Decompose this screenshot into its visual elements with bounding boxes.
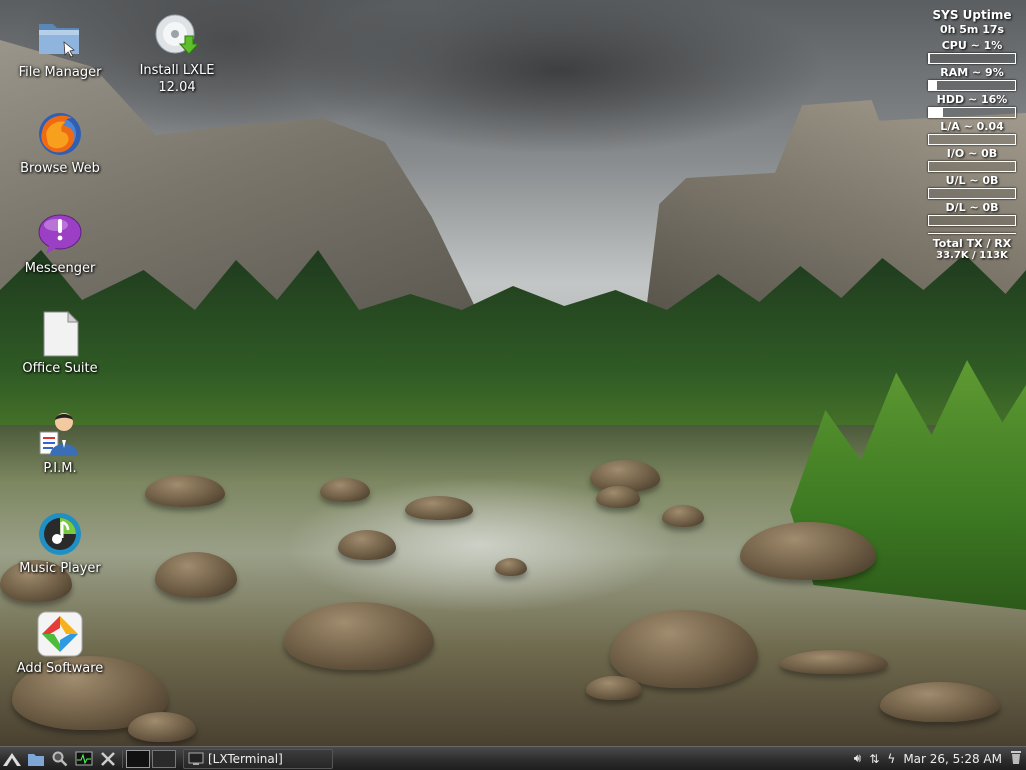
wallpaper-rock: [880, 682, 1000, 722]
wallpaper-rock: [155, 552, 237, 598]
desktop-icon-label: Music Player: [19, 561, 101, 576]
sysmon-metric-bar-fill: [929, 54, 930, 63]
desktop-icon-office-suite[interactable]: Office Suite: [5, 310, 115, 377]
sysmon-metric-label: D/L ~ 0B: [945, 201, 999, 214]
desktop-icon-label: P.I.M.: [43, 461, 77, 476]
sysmon-total-value: 33.7K / 113K: [936, 250, 1008, 261]
system-tray: 🔊︎ ⇅ ϟ Mar 26, 5:28 AM: [850, 749, 1026, 768]
desktop-icon-install-lxle[interactable]: Install LXLE 12.04: [122, 12, 232, 96]
sysmon-metric-label: HDD ~ 16%: [936, 93, 1008, 106]
taskbar: [LXTerminal] 🔊︎ ⇅ ϟ Mar 26, 5:28 AM: [0, 746, 1026, 770]
sysmon-metric-bar: [928, 80, 1016, 91]
pim-person-icon: [36, 410, 84, 458]
workspace-1[interactable]: [126, 749, 150, 768]
search-launcher[interactable]: [48, 748, 72, 770]
desktop-icon-browse-web[interactable]: Browse Web: [5, 110, 115, 177]
messenger-icon: [36, 210, 84, 258]
folder-icon: [36, 14, 84, 62]
system-monitor-launcher[interactable]: [72, 748, 96, 770]
tools-icon: [101, 751, 115, 766]
terminal-icon: [188, 752, 204, 765]
desktop-icon-add-software[interactable]: Add Software: [5, 610, 115, 677]
wallpaper-rock: [662, 505, 704, 527]
sysmon-metric-bar: [928, 107, 1016, 118]
sysmon-metric-label: RAM ~ 9%: [940, 66, 1004, 79]
monitor-graph-icon: [75, 751, 93, 765]
start-menu-button[interactable]: [0, 748, 24, 770]
sysmon-metric-label: I/O ~ 0B: [946, 147, 998, 160]
desktop-icon-messenger[interactable]: Messenger: [5, 210, 115, 277]
document-icon: [36, 310, 84, 358]
desktop-icon-label: File Manager: [18, 65, 102, 80]
music-player-icon: [36, 510, 84, 558]
sysmon-metric-label: L/A ~ 0.04: [940, 120, 1004, 133]
desktop-icon-label: Install LXLE 12.04: [139, 63, 215, 95]
power-icon[interactable]: ϟ: [887, 752, 895, 766]
sysmon-divider: [928, 233, 1016, 234]
sysmon-metric-bar: [928, 215, 1016, 226]
sysmon-metric-label: U/L ~ 0B: [945, 174, 999, 187]
sysmon-uptime: 0h 5m 17s: [939, 23, 1005, 36]
settings-launcher[interactable]: [96, 748, 120, 770]
sysmon-metric-bar-fill: [929, 108, 943, 117]
sysmon-metric-bar: [928, 134, 1016, 145]
wallpaper-rock: [596, 486, 640, 508]
system-monitor-widget: SYS Uptime 0h 5m 17s CPU ~ 1% RAM ~ 9% HDD…: [926, 8, 1018, 262]
wallpaper-rock: [405, 496, 473, 520]
workspace-2[interactable]: [152, 749, 176, 768]
sysmon-metric-label: CPU ~ 1%: [941, 39, 1003, 52]
folder-icon: [28, 753, 44, 766]
desktop-icon-label: Browse Web: [20, 161, 100, 176]
install-disc-icon: [153, 12, 201, 60]
sysmon-metric-bar: [928, 161, 1016, 172]
search-icon: [52, 751, 68, 766]
lxle-logo-icon: [3, 752, 21, 766]
desktop-icon-file-manager[interactable]: File Manager: [5, 14, 115, 81]
wallpaper-rock: [128, 712, 196, 742]
sysmon-metric-bar-fill: [929, 81, 937, 90]
desktop-icon-label: Messenger: [24, 261, 96, 276]
wallpaper-rock: [320, 478, 370, 502]
sysmon-total-label: Total TX / RX: [932, 237, 1012, 250]
volume-icon[interactable]: 🔊︎: [854, 751, 862, 766]
software-center-icon: [36, 610, 84, 658]
wallpaper-rock: [586, 676, 642, 700]
desktop-wallpaper: [0, 0, 1026, 746]
sysmon-metric-bar: [928, 188, 1016, 199]
firefox-icon: [36, 110, 84, 158]
trash-icon[interactable]: [1010, 749, 1022, 768]
sysmon-metric-bar: [928, 53, 1016, 64]
desktop-icon-pim[interactable]: P.I.M.: [5, 410, 115, 477]
file-manager-launcher[interactable]: [24, 748, 48, 770]
wallpaper-rock: [145, 475, 225, 507]
desktop-icon-music-player[interactable]: Music Player: [5, 510, 115, 577]
network-icon[interactable]: ⇅: [869, 752, 879, 766]
taskbar-separator: [122, 749, 123, 768]
desktop-icon-label: Add Software: [16, 661, 104, 676]
clock[interactable]: Mar 26, 5:28 AM: [903, 752, 1002, 766]
wallpaper-rock: [495, 558, 527, 576]
taskbar-window-lxterminal[interactable]: [LXTerminal]: [183, 748, 333, 769]
wallpaper-rock: [780, 650, 888, 674]
desktop-icon-label: Office Suite: [22, 361, 98, 376]
sysmon-title: SYS Uptime: [932, 8, 1012, 22]
task-label: [LXTerminal]: [208, 751, 283, 766]
wallpaper-rock: [338, 530, 396, 560]
